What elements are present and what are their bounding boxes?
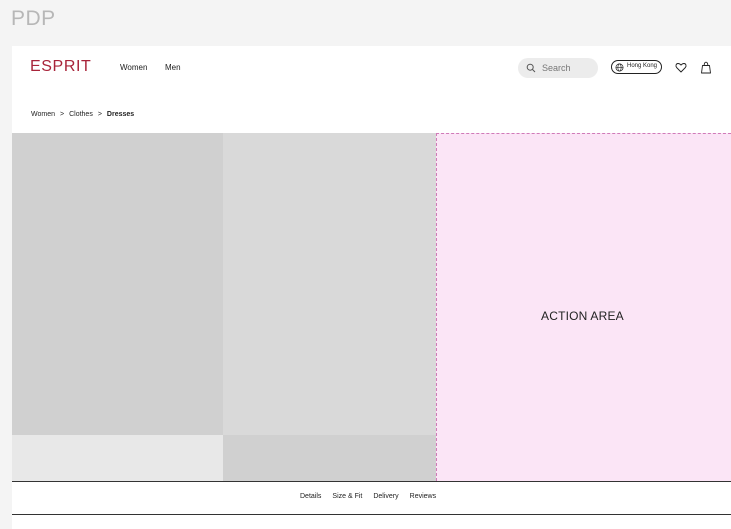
product-image-placeholder[interactable] bbox=[223, 435, 436, 481]
breadcrumb-women[interactable]: Women bbox=[31, 111, 55, 118]
heart-icon[interactable] bbox=[675, 61, 687, 74]
nav-men[interactable]: Men bbox=[165, 63, 181, 72]
product-image-placeholder[interactable] bbox=[12, 435, 223, 481]
breadcrumb-dresses: Dresses bbox=[106, 111, 135, 118]
tab-delivery[interactable]: Delivery bbox=[373, 493, 398, 500]
page-label: PDP bbox=[11, 7, 56, 30]
breadcrumb-clothes[interactable]: Clothes bbox=[69, 111, 93, 118]
breadcrumb-separator: > bbox=[60, 111, 65, 118]
product-image-placeholder[interactable] bbox=[12, 133, 223, 435]
breadcrumb-separator: > bbox=[97, 111, 102, 118]
action-area-label: ACTION AREA bbox=[541, 309, 624, 323]
site-header: ESPRIT Women Men Search Hong Kong bbox=[12, 46, 731, 90]
esprit-logo[interactable]: ESPRIT bbox=[30, 58, 91, 76]
tab-reviews[interactable]: Reviews bbox=[410, 493, 436, 500]
search-icon bbox=[526, 63, 536, 73]
breadcrumb: Women > Clothes > Dresses bbox=[31, 111, 134, 118]
page-frame: ESPRIT Women Men Search Hong Kong Women … bbox=[12, 46, 731, 529]
locale-selector[interactable]: Hong Kong bbox=[611, 60, 662, 74]
search-placeholder: Search bbox=[542, 63, 571, 73]
action-area: ACTION AREA bbox=[436, 133, 731, 481]
tab-details[interactable]: Details bbox=[300, 493, 321, 500]
shopping-bag-icon[interactable] bbox=[700, 61, 712, 74]
nav-women[interactable]: Women bbox=[120, 63, 147, 72]
globe-icon bbox=[615, 63, 624, 72]
locale-label: Hong Kong bbox=[627, 63, 658, 69]
search-input[interactable]: Search bbox=[518, 58, 598, 78]
product-image-placeholder[interactable] bbox=[223, 133, 436, 435]
product-info-tabs: Details Size & Fit Delivery Reviews bbox=[12, 481, 731, 515]
tab-size-fit[interactable]: Size & Fit bbox=[332, 493, 362, 500]
